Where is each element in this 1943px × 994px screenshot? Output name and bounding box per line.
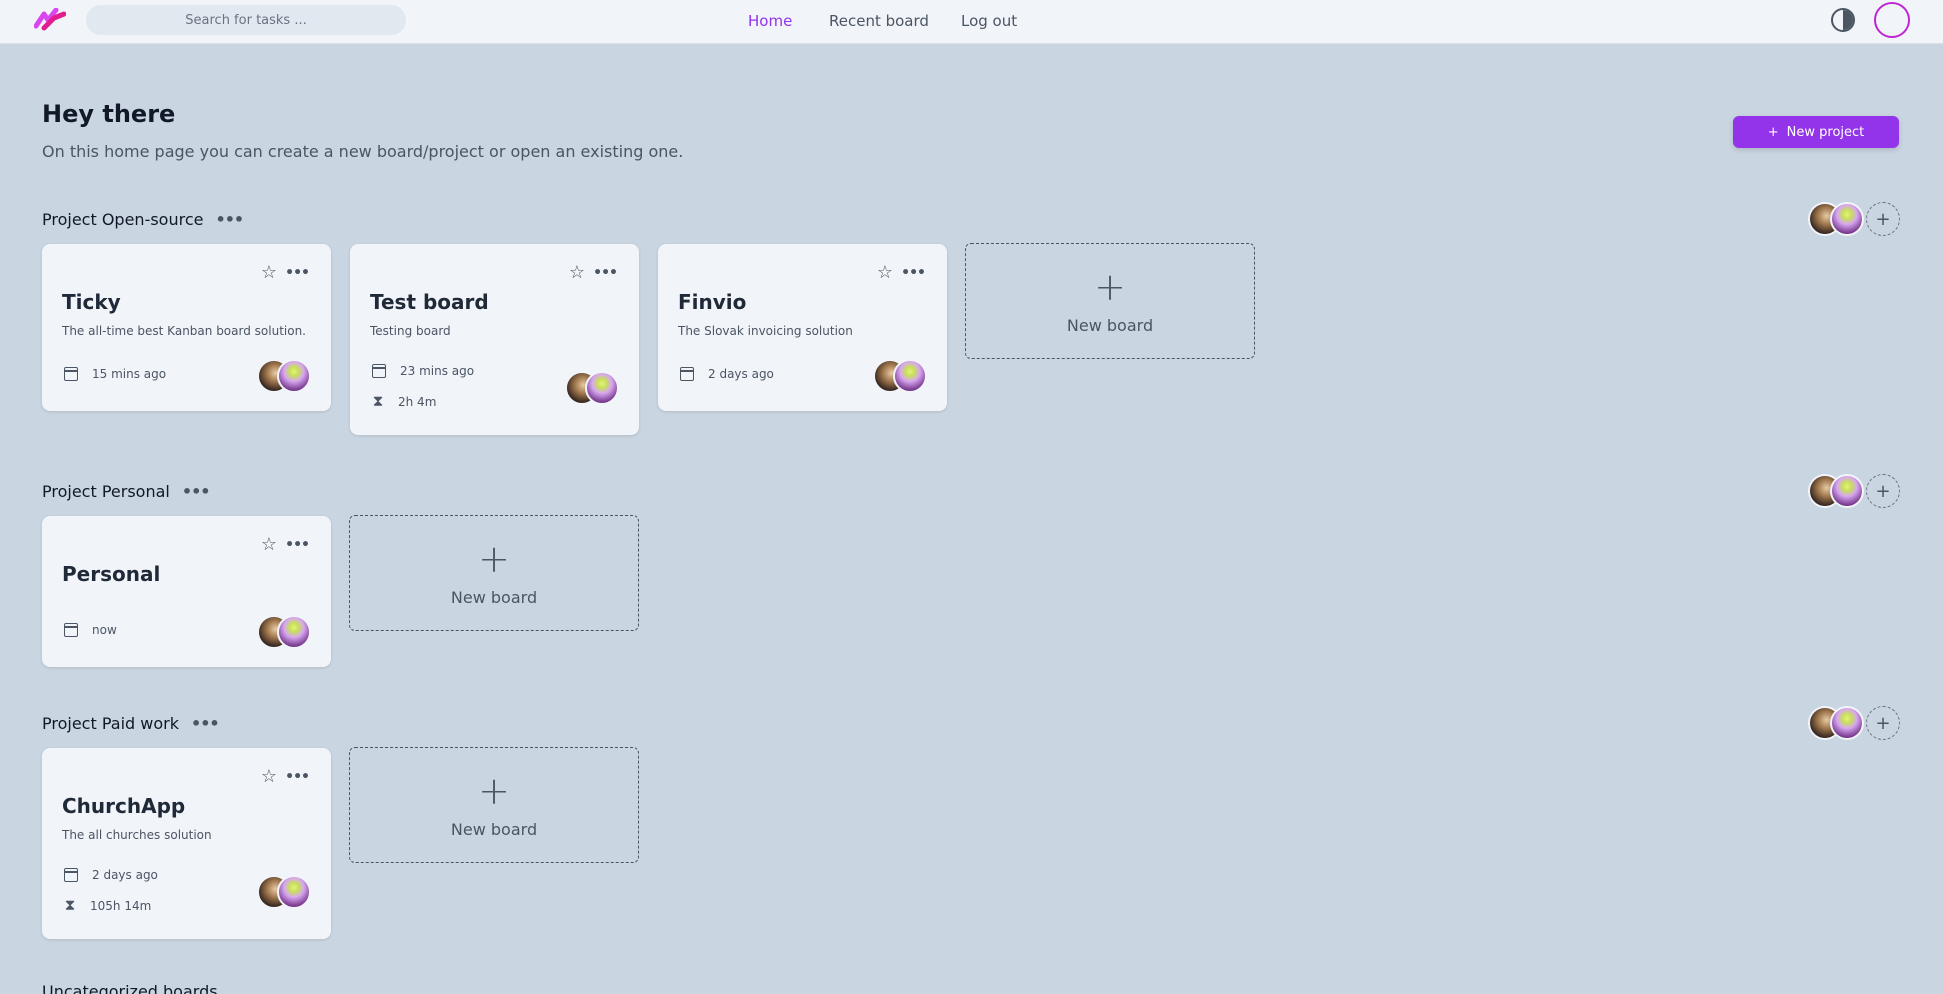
board-name: Finvio (678, 290, 747, 314)
project-header-paid-work: Project Paid work ••• (42, 714, 220, 733)
plus-icon: + (1767, 124, 1779, 140)
page-title: Hey there (42, 100, 176, 128)
board-time-tracked: ⧗ 105h 14m (64, 896, 152, 914)
time-text: 2h 4m (398, 394, 437, 409)
board-name: Test board (370, 290, 489, 314)
board-name: ChurchApp (62, 794, 186, 818)
new-board-button[interactable]: + New board (349, 515, 639, 631)
plus-icon: + (1094, 264, 1126, 309)
avatar (277, 875, 311, 909)
calendar-icon (64, 367, 78, 381)
calendar-icon (64, 868, 78, 882)
board-description: The Slovak invoicing solution (678, 324, 853, 338)
board-description: The all churches solution (62, 828, 212, 842)
nav-logout-link[interactable]: Log out (961, 0, 1017, 42)
project-members: + (1808, 474, 1900, 508)
theme-toggle-icon[interactable] (1831, 8, 1855, 32)
project-more-icon[interactable]: ••• (182, 483, 211, 500)
calendar-icon (372, 364, 386, 378)
calendar-icon (64, 623, 78, 637)
plus-icon: + (478, 536, 510, 581)
new-board-button[interactable]: + New board (965, 243, 1255, 359)
avatar (893, 359, 927, 393)
logo-icon[interactable] (34, 8, 66, 32)
user-avatar[interactable] (1874, 2, 1910, 38)
time-text: 105h 14m (90, 898, 152, 913)
more-icon[interactable]: ••• (285, 266, 310, 280)
board-updated: 23 mins ago (372, 364, 474, 378)
project-title: Project Personal (42, 482, 170, 501)
board-name: Ticky (62, 290, 121, 314)
new-board-label: New board (450, 819, 538, 839)
star-icon[interactable]: ☆ (261, 768, 277, 786)
updated-text: 2 days ago (708, 367, 774, 381)
project-members: + (1808, 706, 1900, 740)
add-member-button[interactable]: + (1866, 474, 1900, 508)
more-icon[interactable]: ••• (901, 266, 926, 280)
plus-icon: + (478, 768, 510, 813)
board-members (257, 875, 311, 909)
board-members (257, 615, 311, 649)
updated-text: now (92, 623, 117, 637)
board-members (873, 359, 927, 393)
nav-home-link[interactable]: Home (748, 0, 792, 42)
board-members (565, 371, 619, 405)
more-icon[interactable]: ••• (285, 538, 310, 552)
calendar-icon (680, 367, 694, 381)
top-nav: Home Recent board Log out (0, 0, 1943, 44)
project-title: Project Open-source (42, 210, 204, 229)
avatar[interactable] (1830, 706, 1864, 740)
board-card-churchapp[interactable]: ☆ ••• ChurchApp The all churches solutio… (42, 748, 331, 939)
hourglass-icon: ⧗ (64, 896, 76, 914)
project-members: + (1808, 202, 1900, 236)
updated-text: 2 days ago (92, 868, 158, 882)
board-updated: 2 days ago (680, 367, 774, 381)
add-member-button[interactable]: + (1866, 202, 1900, 236)
uncategorized-boards-title: Uncategorized boards (42, 982, 218, 994)
project-header-personal: Project Personal ••• (42, 482, 211, 501)
new-project-button[interactable]: + New project (1733, 116, 1899, 148)
search-input[interactable] (86, 5, 406, 35)
updated-text: 15 mins ago (92, 367, 167, 381)
new-board-label: New board (450, 587, 538, 607)
board-updated: now (64, 623, 117, 637)
board-time-tracked: ⧗ 2h 4m (372, 392, 437, 410)
star-icon[interactable]: ☆ (569, 264, 585, 282)
avatar (277, 615, 311, 649)
board-card-ticky[interactable]: ☆ ••• Ticky The all-time best Kanban boa… (42, 244, 331, 411)
board-card-personal[interactable]: ☆ ••• Personal now (42, 516, 331, 667)
nav-recent-board-link[interactable]: Recent board (829, 0, 929, 42)
add-member-button[interactable]: + (1866, 706, 1900, 740)
project-more-icon[interactable]: ••• (215, 211, 244, 228)
project-title: Project Paid work (42, 714, 179, 733)
new-project-label: New project (1786, 124, 1865, 140)
page-subtitle: On this home page you can create a new b… (42, 142, 684, 161)
board-name: Personal (62, 562, 161, 586)
board-members (257, 359, 311, 393)
board-updated: 15 mins ago (64, 367, 166, 381)
star-icon[interactable]: ☆ (877, 264, 893, 282)
updated-text: 23 mins ago (400, 364, 475, 378)
new-board-label: New board (1066, 315, 1154, 335)
avatar (277, 359, 311, 393)
avatar[interactable] (1830, 474, 1864, 508)
board-description: The all-time best Kanban board solution. (62, 324, 306, 338)
project-more-icon[interactable]: ••• (191, 715, 220, 732)
board-card-test-board[interactable]: ☆ ••• Test board Testing board 23 mins a… (350, 244, 639, 435)
board-updated: 2 days ago (64, 868, 158, 882)
star-icon[interactable]: ☆ (261, 264, 277, 282)
more-icon[interactable]: ••• (285, 770, 310, 784)
avatar[interactable] (1830, 202, 1864, 236)
new-board-button[interactable]: + New board (349, 747, 639, 863)
hourglass-icon: ⧗ (372, 392, 384, 410)
avatar (585, 371, 619, 405)
board-card-finvio[interactable]: ☆ ••• Finvio The Slovak invoicing soluti… (658, 244, 947, 411)
more-icon[interactable]: ••• (593, 266, 618, 280)
board-description: Testing board (370, 324, 451, 338)
project-header-open-source: Project Open-source ••• (42, 210, 244, 229)
star-icon[interactable]: ☆ (261, 536, 277, 554)
